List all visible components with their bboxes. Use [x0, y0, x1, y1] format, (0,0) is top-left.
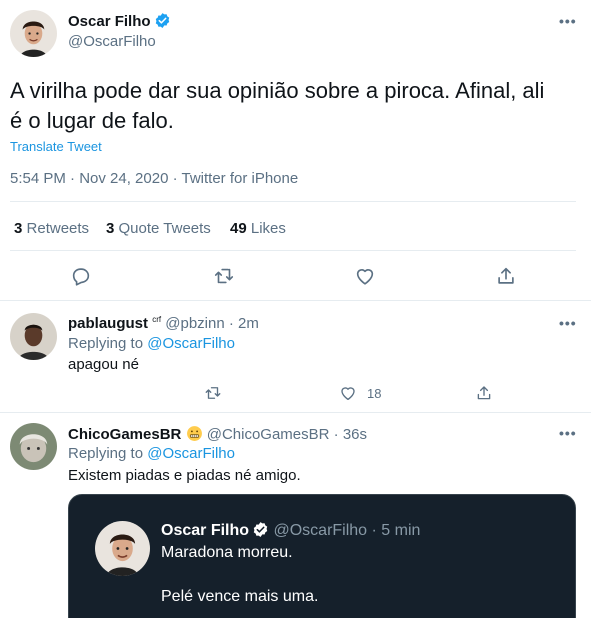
replying-handle-link[interactable]: @OscarFilho	[147, 335, 235, 352]
avatar	[95, 521, 150, 576]
divider	[0, 300, 591, 301]
share-icon[interactable]	[475, 384, 493, 402]
replying-prefix: Replying to	[68, 445, 144, 462]
retweet-icon[interactable]	[213, 265, 235, 287]
reply-time[interactable]: · 2m	[229, 315, 259, 332]
quoted-header: Oscar Filho @OscarFilho · 5 min	[161, 521, 420, 540]
share-icon[interactable]	[495, 265, 517, 287]
avatar[interactable]	[10, 313, 57, 360]
quoted-text-line2: Pelé vence mais uma.	[161, 588, 319, 605]
avatar[interactable]	[10, 10, 57, 57]
tweet-text-line1: A virilha pode dar sua opinião sobre a p…	[10, 78, 545, 103]
more-icon[interactable]: •••	[559, 14, 577, 28]
retweets-stat[interactable]: 3 Retweets	[14, 220, 89, 237]
grimacing-emoji-icon	[186, 425, 203, 442]
tweet-timestamp[interactable]: 5:54 PM · Nov 24, 2020 · Twitter for iPh…	[10, 170, 298, 187]
reply-author-name[interactable]: pablaugust	[68, 315, 148, 332]
reply-author-handle[interactable]: @ChicoGamesBR	[207, 426, 330, 443]
reply-header: pablaugust crf @pbzinn · 2m	[68, 315, 259, 332]
more-icon[interactable]: •••	[559, 316, 577, 330]
divider	[0, 412, 591, 413]
likes-label: Likes	[250, 220, 286, 237]
retweets-label: Retweets	[26, 220, 90, 237]
quoted-author-handle: @OscarFilho	[273, 522, 368, 539]
author-handle[interactable]: @OscarFilho	[68, 33, 156, 50]
reply-author-handle[interactable]: @pbzinn	[165, 315, 224, 332]
reply-text: apagou né	[68, 356, 139, 373]
reply-author-suffix: crf	[152, 315, 162, 324]
replying-to: Replying to @OscarFilho	[68, 445, 235, 462]
quoted-text-line1: Maradona morreu.	[161, 544, 293, 561]
quote-label: Quote Tweets	[118, 220, 211, 237]
divider	[10, 250, 576, 251]
quote-count: 3	[106, 220, 115, 237]
replying-to: Replying to @OscarFilho	[68, 335, 235, 352]
tweet-text: A virilha pode dar sua opinião sobre a p…	[10, 76, 544, 136]
replying-handle-link[interactable]: @OscarFilho	[147, 445, 235, 462]
like-icon[interactable]	[339, 384, 357, 402]
verified-badge-icon	[252, 521, 269, 538]
reply-time[interactable]: · 36s	[334, 426, 367, 443]
quoted-time: · 5 min	[371, 522, 421, 539]
reply-header: ChicoGamesBR @ChicoGamesBR · 36s	[68, 425, 367, 443]
author-name-row[interactable]: Oscar Filho	[68, 12, 171, 30]
reply-icon[interactable]	[70, 265, 92, 287]
likes-count: 49	[230, 220, 247, 237]
retweet-icon[interactable]	[204, 384, 222, 402]
quote-tweets-stat[interactable]: 3 Quote Tweets	[106, 220, 211, 237]
likes-stat[interactable]: 49 Likes	[230, 220, 286, 237]
reply-author-name[interactable]: ChicoGamesBR	[68, 426, 181, 443]
author-name[interactable]: Oscar Filho	[68, 13, 151, 30]
tweet-text-line2: é o lugar de falo.	[10, 108, 174, 133]
translate-tweet-link[interactable]: Translate Tweet	[10, 139, 102, 154]
divider	[10, 201, 576, 202]
like-count: 18	[367, 386, 382, 401]
retweets-count: 3	[14, 220, 23, 237]
quoted-author-name: Oscar Filho	[161, 522, 250, 539]
verified-badge-icon	[154, 12, 171, 29]
quoted-tweet-image[interactable]: Oscar Filho @OscarFilho · 5 min Maradona…	[68, 494, 576, 618]
replying-prefix: Replying to	[68, 335, 144, 352]
avatar[interactable]	[10, 423, 57, 470]
like-icon[interactable]	[354, 265, 376, 287]
more-icon[interactable]: •••	[559, 426, 577, 440]
reply-text: Existem piadas e piadas né amigo.	[68, 467, 301, 484]
